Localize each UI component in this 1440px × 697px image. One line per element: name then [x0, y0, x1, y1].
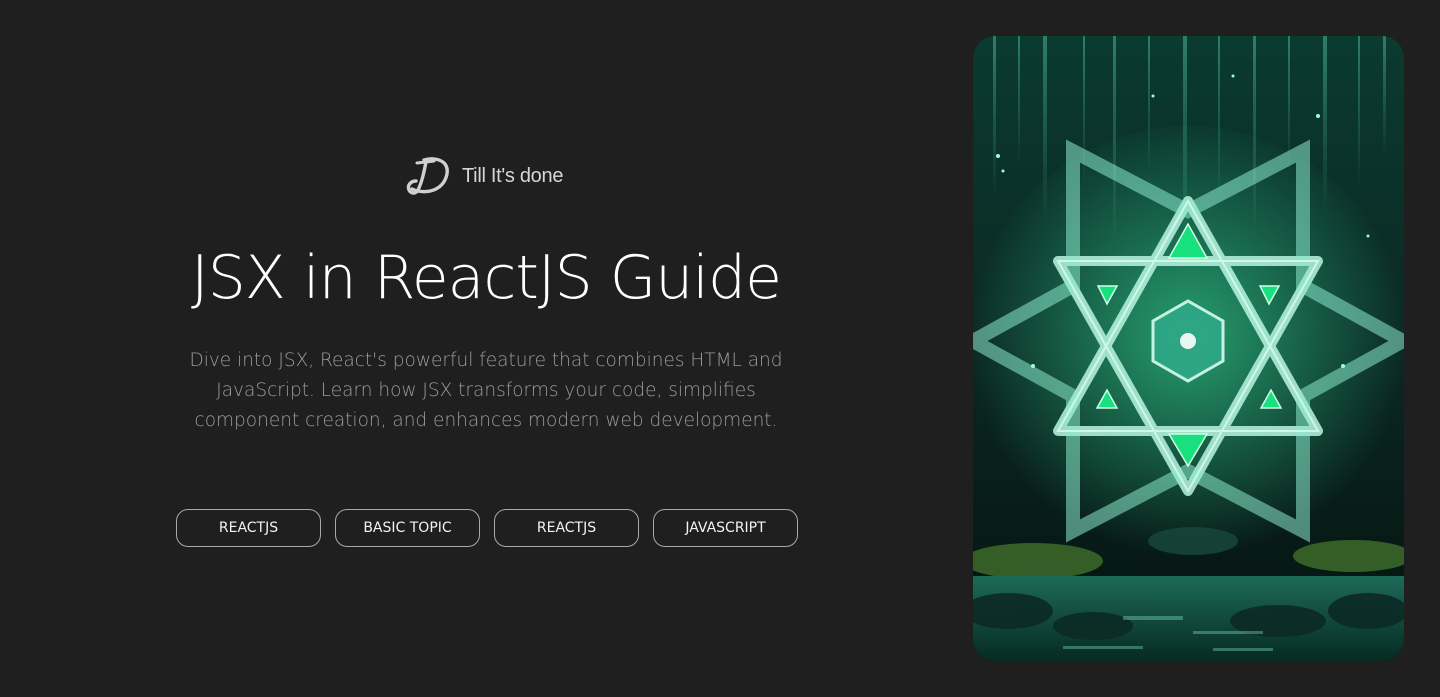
brand-name: Till It's done — [462, 164, 564, 187]
hero-image — [973, 36, 1404, 661]
td-monogram-icon — [406, 157, 449, 195]
tag-reactjs-2[interactable]: REACTJS — [494, 509, 639, 547]
page: Till It's done JSX in ReactJS Guide Dive… — [0, 0, 1440, 697]
tag-reactjs[interactable]: REACTJS — [176, 509, 321, 547]
tag-basic-topic[interactable]: BASIC TOPIC — [335, 509, 480, 547]
react-crystal-illustration — [973, 36, 1404, 661]
tag-javascript[interactable]: JAVASCRIPT — [653, 509, 798, 547]
hero-section: Till It's done JSX in ReactJS Guide Dive… — [0, 0, 972, 697]
page-description: Dive into JSX, React's powerful feature … — [189, 350, 783, 431]
tag-list: REACTJS BASIC TOPIC REACTJS JAVASCRIPT — [176, 509, 798, 547]
page-title: JSX in ReactJS Guide — [191, 243, 782, 313]
brand[interactable]: Till It's done — [404, 154, 563, 198]
